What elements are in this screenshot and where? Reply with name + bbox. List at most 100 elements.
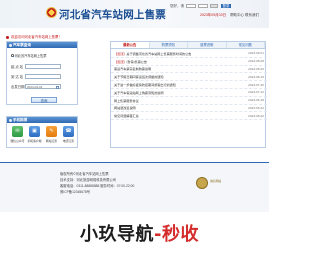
news-title-text: (暂停)售票公告 [126, 59, 147, 64]
phone-icon: ☎ [63, 126, 74, 137]
from-row: 起 点 站 [11, 63, 61, 70]
header-info: 2023年09月03日 帮助中心 联系我们 [200, 13, 259, 18]
news-item[interactable]: 网上售票服务协议 2023-06-18 [111, 97, 267, 105]
news-list: 【置顶】关于调整河北省汽车站网上售票服务时间的公告 2023-09-01 【置顶】(… [111, 50, 267, 121]
news-date: 2023-06-18 [248, 98, 264, 103]
news-date: 2023-09-01 [248, 51, 264, 56]
news-title-text: 常见问题解答汇总 [114, 114, 139, 119]
mobile-booking-panel: 手机购票 ✉ 微信公众号 ▣ 手机客户端 ✎ 网站订票 ☎ 电话订票 [6, 116, 78, 148]
site-title: 河北省汽车站网上售票 [59, 9, 166, 21]
tab-purchase-notes[interactable]: 购票须知 [150, 42, 188, 48]
news-item[interactable]: 【置顶】关于调整河北省汽车站网上售票服务时间的公告 2023-09-01 [111, 50, 267, 58]
to-row: 到 达 站 [11, 73, 61, 80]
login-prompt: 您好，请 [170, 4, 184, 8]
site-header: 河北省汽车站网上售票 您好，请 登录 2023年09月03日 帮助中心 联系我们 [0, 0, 269, 28]
mobile-item-wechat[interactable]: ✉ 微信公众号 [10, 126, 25, 143]
from-label: 起 点 站 [11, 65, 24, 69]
news-item[interactable]: 关于汽车客运站网上购票须知的说明 2023-07-12 [111, 89, 267, 97]
from-station-input[interactable] [25, 64, 61, 69]
watermark: 小玖导航-秒收 [80, 220, 199, 246]
news-title[interactable]: 关于节假日期间客运班次调整的通知 [114, 74, 164, 79]
order-icon: ✎ [46, 126, 57, 137]
news-title[interactable]: 关于汽车客运站网上购票须知的说明 [114, 90, 164, 95]
trust-badge-label: 诚信网站 [210, 179, 222, 183]
query-button[interactable]: 查询 [31, 97, 57, 103]
news-title-text: 网站退改签说明 [114, 106, 136, 111]
tab-refund[interactable]: 退票说明 [188, 42, 227, 48]
footer-support: 技术支持：河北旅游网络科技有限公司 [60, 178, 117, 182]
news-panel: 最新公告 购票须知 退票说明 常见问题 【置顶】关于调整河北省汽车站网上售票服务… [110, 41, 267, 148]
news-title-text: 网上售票服务协议 [114, 98, 139, 103]
news-title[interactable]: 网上售票服务协议 [114, 98, 139, 103]
date-label: 出发日期 [11, 85, 25, 89]
wechat-icon: ✉ [12, 126, 23, 137]
departure-date-input[interactable]: 2023-09-03 [25, 84, 61, 89]
radio-button[interactable] [11, 54, 14, 57]
mobile-item-phone[interactable]: ☎ 电话订票 [61, 126, 76, 143]
news-date: 2023-05-02 [248, 113, 264, 118]
notice-icon [6, 35, 9, 39]
contact-link[interactable]: 联系我们 [245, 13, 259, 17]
news-date: 2023-07-30 [248, 82, 264, 87]
tab-announcements[interactable]: 最新公告 [111, 42, 150, 48]
phone-icon [8, 118, 12, 122]
news-date: 2023-07-12 [248, 90, 264, 95]
news-title[interactable]: 常见问题解答汇总 [114, 113, 139, 118]
station-radio-row: 河北省汽车站网上售票 [11, 52, 46, 59]
tab-faq[interactable]: 常见问题 [227, 42, 265, 48]
mobile-item-label: 手机客户端 [27, 138, 42, 143]
watermark-suffix: -秒收 [154, 224, 199, 245]
news-title-text: 关于调整河北省汽车站网上售票服务时间的公告 [126, 51, 192, 56]
news-date: 2023-08-28 [248, 59, 264, 64]
mobile-item-order[interactable]: ✎ 网站订票 [44, 126, 59, 143]
news-date: 2023-08-20 [248, 66, 264, 71]
date-row: 出发日期 2023-09-03 [11, 83, 61, 90]
news-title[interactable]: 【置顶】关于调整河北省汽车站网上售票服务时间的公告 [114, 51, 191, 56]
news-item[interactable]: 关于节假日期间客运班次调整的通知 2023-08-15 [111, 73, 267, 82]
watermark-text: 小玖导航 [80, 224, 154, 245]
news-title[interactable]: 【置顶】(暂停)售票公告 [114, 59, 147, 64]
news-item[interactable]: 客运汽车票实名制购票说明 2023-08-20 [111, 66, 267, 74]
news-tag: 【置顶】 [114, 59, 127, 64]
site-footer: 版权所有©河北省汽车站网上售票 技术支持：河北旅游网络科技有限公司 客服电话：0… [0, 162, 269, 212]
username-input[interactable] [185, 4, 196, 9]
date-value: 2023-09-03 [27, 85, 43, 89]
mobile-item-label: 电话订票 [62, 138, 75, 143]
news-title[interactable]: 关于进一步做好疫情防控期间旅客出行的通知 [114, 82, 176, 87]
news-title[interactable]: 网站退改签说明 [114, 105, 136, 110]
news-title[interactable]: 客运汽车票实名制购票说明 [114, 66, 151, 71]
footer-copyright: 版权所有©河北省汽车站网上售票 [60, 172, 109, 176]
panel-title: 手机购票 [13, 118, 28, 122]
calendar-icon[interactable] [56, 86, 59, 89]
news-title-text: 关于汽车客运站网上购票须知的说明 [114, 90, 164, 95]
current-date: 2023年09月03日 [200, 13, 227, 17]
app-icon: ▣ [29, 126, 40, 137]
password-input[interactable] [197, 4, 208, 9]
to-station-input[interactable] [25, 74, 61, 79]
station-radio[interactable]: 河北省汽车站网上售票 [11, 53, 46, 58]
news-title-text: 关于进一步做好疫情防控期间旅客出行的通知 [114, 83, 176, 88]
captcha-image[interactable] [209, 4, 218, 9]
news-item[interactable]: 网站退改签说明 2023-05-22 [111, 105, 267, 113]
help-link[interactable]: 帮助中心 [230, 13, 244, 17]
footer-icp[interactable]: 冀ICP备12345678号 [60, 189, 90, 194]
news-tag: 【置顶】 [114, 51, 127, 56]
mobile-item-label: 网站订票 [45, 138, 58, 143]
welcome-notice: 欢迎访问河北省汽车站网上售票！ [6, 34, 62, 39]
mobile-item-app[interactable]: ▣ 手机客户端 [27, 126, 42, 143]
news-date: 2023-08-15 [248, 74, 264, 79]
panel-header: 手机购票 [7, 117, 77, 123]
news-item[interactable]: 常见问题解答汇总 2023-05-02 [111, 112, 267, 121]
news-date: 2023-05-22 [248, 105, 264, 110]
panel-header: 汽车票查询 [7, 42, 77, 48]
news-item[interactable]: 【置顶】(暂停)售票公告 2023-08-28 [111, 58, 267, 66]
news-title-text: 关于节假日期间客运班次调整的通知 [114, 75, 164, 80]
login-button[interactable]: 登录 [220, 4, 231, 8]
trust-seal-icon[interactable] [196, 177, 208, 189]
mobile-icon-list: ✉ 微信公众号 ▣ 手机客户端 ✎ 网站订票 ☎ 电话订票 [10, 126, 76, 143]
news-item[interactable]: 关于进一步做好疫情防控期间旅客出行的通知 2023-07-30 [111, 81, 267, 89]
site-logo-icon [46, 7, 57, 18]
panel-title: 汽车票查询 [13, 43, 31, 47]
notice-text: 欢迎访问河北省汽车站网上售票！ [10, 35, 62, 39]
footer-contact: 客服电话：0311-88888888 服务时间：07:00-22:00 [60, 184, 135, 188]
